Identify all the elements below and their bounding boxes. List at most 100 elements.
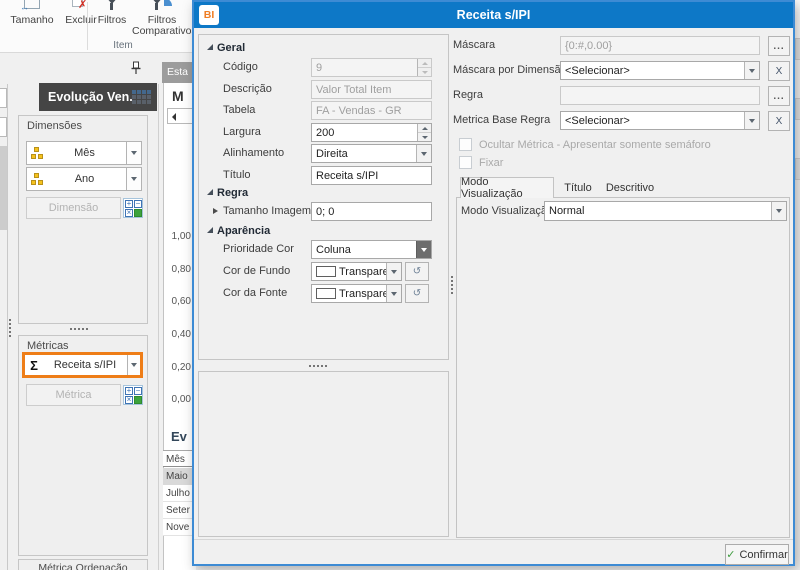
metric-label: Receita s/IPI [53,359,117,371]
chevron-down-icon[interactable] [126,142,141,164]
grid-layout-icon [132,90,151,104]
chevron-down-icon[interactable] [416,241,431,258]
mascara-ellipsis-button[interactable]: ... [768,36,790,56]
dimensoes-title: Dimensões [27,120,83,132]
collapsed-scrollbar-fragment [0,146,7,230]
fixar-label: Fixar [479,157,504,169]
metrica-base-label: Metrica Base Regra [453,114,551,126]
category-expander-icon[interactable] [207,189,213,195]
mascara-field: {0:#,0.00} [560,36,760,55]
sigma-icon: Σ [30,357,38,373]
mascara-dim-label: Máscara por Dimensão [453,64,567,76]
category-aparencia: Aparência [217,225,271,237]
chevron-down-icon[interactable] [386,263,401,280]
tamanho-button[interactable]: ↔ Tamanho [6,0,58,52]
chevron-down-icon[interactable] [744,112,759,129]
color-swatch [316,266,336,277]
dimension-mes[interactable]: Mês [26,141,142,165]
left-arrow-icon [172,113,176,121]
alinhamento-dropdown[interactable]: Direita [311,144,432,163]
regra-ellipsis-button[interactable]: ... [768,86,790,106]
mascara-dim-clear-button[interactable]: X [768,61,790,81]
dimension-mes-label: Mês [74,147,95,159]
largura-field[interactable]: 200 [311,123,432,142]
axis-tick: 0,60 [171,296,191,307]
tab-page [456,197,790,538]
modo-visualizacao-label: Modo Visualização [461,205,554,217]
dimension-ano[interactable]: Ano [26,167,142,191]
add-metric-grid-icon[interactable]: + − × [123,385,143,405]
ocultar-metrica-checkbox[interactable] [459,138,472,151]
tab-estatisticas[interactable]: Esta [162,62,196,83]
metricas-title: Métricas [27,340,69,352]
reset-icon: ↺ [412,288,422,299]
chevron-down-icon[interactable] [771,202,786,220]
codigo-field: 9 [311,58,432,77]
metric-placeholder[interactable]: Métrica [26,384,121,406]
cor-fonte-reset-button[interactable]: ↺ [405,284,429,303]
dimensoes-groupbox: Dimensões Mês Ano Dimensão + − × [18,115,148,324]
mascara-dim-dropdown[interactable]: <Selecionar> [560,61,760,80]
collapsed-control-fragment [0,88,7,108]
dialog-titlebar[interactable]: BI Receita s/IPI [194,2,793,28]
tab-modo-visualizacao[interactable]: Modo Visualização [460,176,554,200]
ordenacao-groupbox: Métrica Ordenação [18,559,148,570]
pin-icon[interactable] [130,61,144,76]
confirmar-button[interactable]: ✓ Confirmar [725,544,789,565]
empty-panel [198,371,449,537]
cor-fundo-dropdown[interactable]: Transparent [311,262,402,281]
chevron-down-icon[interactable] [416,145,431,162]
prioridade-cor-label: Prioridade Cor [223,243,294,255]
ordenacao-title: Métrica Ordenação [38,562,128,570]
confirmar-label: Confirmar [739,548,788,561]
collapsed-control-fragment [0,117,7,137]
chevron-down-icon[interactable] [386,285,401,302]
chevron-down-icon[interactable] [744,62,759,79]
modo-visualizacao-dropdown[interactable]: Normal [544,201,787,221]
metrica-base-clear-button[interactable]: X [768,111,790,131]
codigo-label: Código [223,61,258,73]
axis-tick: 0,00 [171,394,191,405]
tamanho-imagem-label: Tamanho Imagem [223,205,312,217]
background-fragment [795,98,800,120]
reset-icon: ↺ [412,266,422,277]
filter-stem-icon [110,3,113,10]
titulo-field[interactable]: Receita s/IPI [311,166,432,185]
category-geral: Geral [217,42,246,54]
descricao-label: Descrição [223,83,272,95]
category-expander-icon[interactable] [207,44,213,50]
tab-titulo[interactable]: Título [558,177,598,198]
dimension-ano-label: Ano [74,173,95,185]
category-expander-icon[interactable] [207,227,213,233]
row-expander-icon[interactable] [213,208,218,214]
background-fragment [795,38,800,60]
cor-fundo-reset-button[interactable]: ↺ [405,262,429,281]
ellipsis-icon: ... [773,40,785,52]
spinner-buttons[interactable] [417,124,431,141]
metrica-base-dropdown[interactable]: <Selecionar> [560,111,760,130]
splitter-handle[interactable] [9,319,11,337]
panel-title: Evolução Ven... [48,90,132,104]
add-dimension-grid-icon[interactable]: + − × [123,198,143,218]
check-icon: ✓ [726,549,736,561]
prioridade-cor-dropdown[interactable]: Coluna [311,240,432,259]
splitter-handle[interactable] [70,328,88,330]
metric-placeholder-label: Métrica [55,389,92,401]
tab-descritivo[interactable]: Descritivo [602,177,658,198]
chevron-down-icon[interactable] [127,355,140,375]
tamanho-imagem-field[interactable]: 0; 0 [311,202,432,221]
axis-tick: 0,40 [171,329,191,340]
splitter-handle[interactable] [309,365,327,367]
cor-fonte-dropdown[interactable]: Transparent [311,284,402,303]
filter-compare-blue-icon [164,0,172,6]
fixar-checkbox[interactable] [459,156,472,169]
axis-tick: 1,00 [171,231,191,242]
metric-receita-sipi-selected[interactable]: Σ Receita s/IPI [22,352,143,378]
scroll-left-button[interactable] [167,108,193,124]
property-grid: Geral Código 9 Descrição Valor Total Ite… [198,34,449,360]
axis-tick: 0,80 [171,264,191,275]
dimension-placeholder[interactable]: Dimensão [26,197,121,219]
panel-header-evolucao[interactable]: Evolução Ven... [39,83,157,111]
panel-splitter-handle[interactable] [451,276,453,294]
chevron-down-icon[interactable] [126,168,141,190]
